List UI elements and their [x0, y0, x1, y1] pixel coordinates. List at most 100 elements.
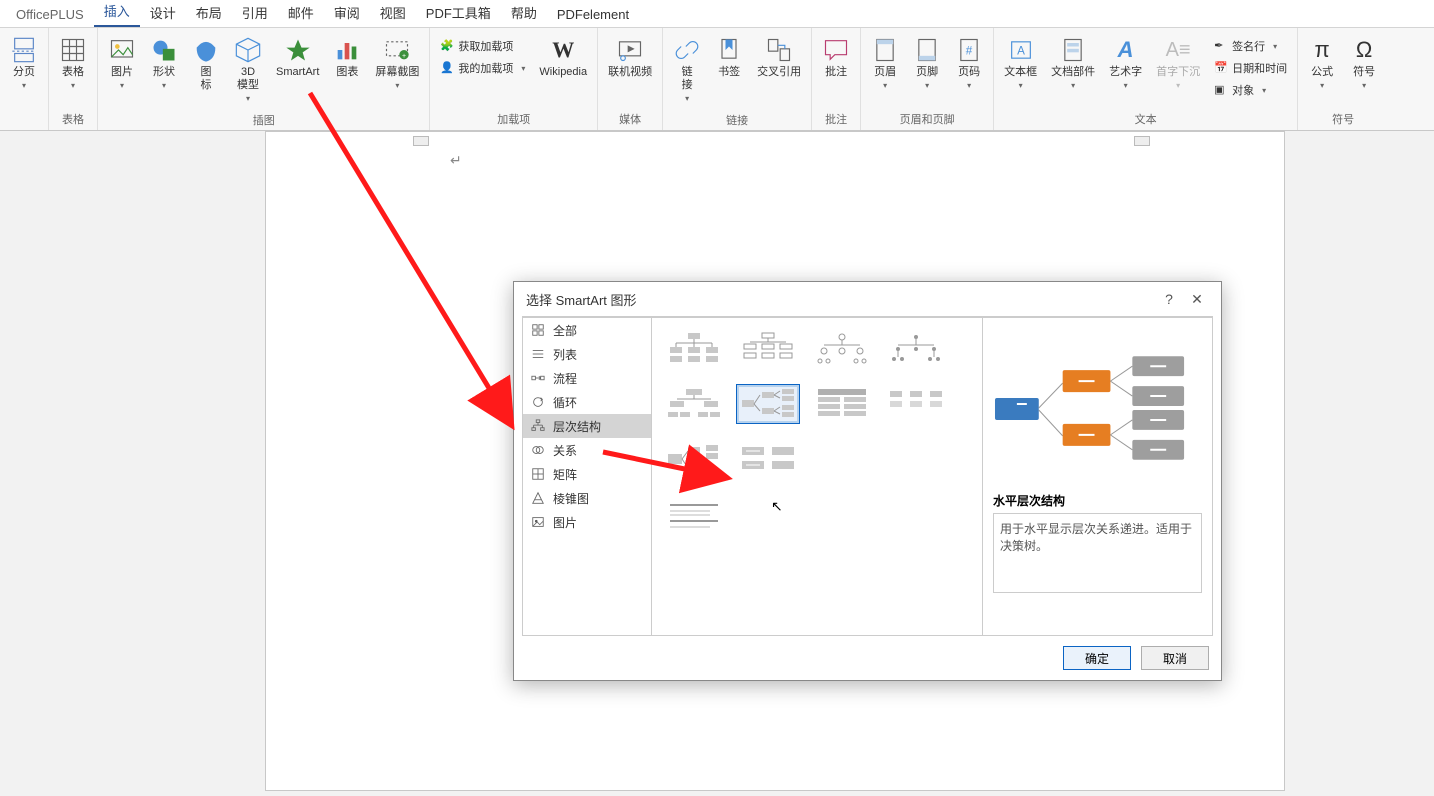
header-button[interactable]: 页眉 — [865, 32, 905, 96]
menu-tab-help[interactable]: 帮助 — [501, 0, 547, 27]
my-addins-button[interactable]: 👤我的加载项▾ — [436, 58, 529, 78]
layout-thumbnails — [652, 317, 983, 636]
comment-icon — [822, 36, 850, 64]
cross-ref-button[interactable]: 交叉引用 — [751, 32, 807, 96]
table-icon — [59, 36, 87, 64]
shapes-button[interactable]: 形状 — [144, 32, 184, 96]
menu-tab-references[interactable]: 引用 — [232, 0, 278, 27]
category-picture[interactable]: 图片 — [523, 510, 651, 534]
get-addins-button[interactable]: 🧩获取加载项 — [436, 36, 529, 56]
layout-thumb-9[interactable] — [736, 440, 800, 480]
menu-tab-officeplus[interactable]: OfficePLUS — [6, 2, 94, 27]
page-number-button[interactable]: #页码 — [949, 32, 989, 96]
paragraph-mark: ↵ — [450, 152, 462, 169]
signature-icon: ✒ — [1214, 39, 1228, 53]
addin-icon: 👤 — [440, 61, 454, 75]
layout-thumb-8[interactable] — [662, 440, 726, 480]
category-pyramid[interactable]: 棱锥图 — [523, 486, 651, 510]
group-label-text: 文本 — [1135, 108, 1157, 130]
relationship-icon — [531, 443, 545, 457]
layout-thumb-5[interactable] — [736, 384, 800, 424]
ribbon: 分页 表格 表格 图片 形状 图 标 3D 模型 SmartArt 图表 +屏幕… — [0, 28, 1434, 131]
text-box-icon: A — [1007, 36, 1035, 64]
footer-button[interactable]: 页脚 — [907, 32, 947, 96]
object-button[interactable]: ▣对象▾ — [1210, 80, 1291, 100]
layout-thumb-0[interactable] — [662, 328, 726, 368]
category-hierarchy[interactable]: 层次结构 — [523, 414, 651, 438]
video-icon — [616, 36, 644, 64]
quick-parts-button[interactable]: 文档部件 — [1045, 32, 1101, 96]
equation-icon: π — [1308, 36, 1336, 64]
layout-thumb-2[interactable] — [810, 328, 874, 368]
category-matrix[interactable]: 矩阵 — [523, 462, 651, 486]
wikipedia-button[interactable]: WWikipedia — [533, 32, 593, 96]
menu-tab-mailings[interactable]: 邮件 — [278, 0, 324, 27]
menu-tab-review[interactable]: 审阅 — [324, 0, 370, 27]
category-cycle[interactable]: 循环 — [523, 390, 651, 414]
menu-tab-view[interactable]: 视图 — [370, 0, 416, 27]
category-all[interactable]: 全部 — [523, 318, 651, 342]
smartart-button[interactable]: SmartArt — [270, 32, 325, 96]
signature-line-button[interactable]: ✒签名行▾ — [1210, 36, 1291, 56]
symbol-button[interactable]: Ω符号 — [1344, 32, 1384, 96]
page-break-button[interactable]: 分页 — [4, 32, 44, 96]
process-icon — [531, 371, 545, 385]
svg-text:+: + — [402, 53, 406, 60]
menu-tab-design[interactable]: 设计 — [140, 0, 186, 27]
matrix-icon — [531, 467, 545, 481]
layout-thumb-10[interactable] — [662, 496, 726, 536]
chart-button[interactable]: 图表 — [327, 32, 367, 96]
group-label-links: 链接 — [726, 109, 748, 131]
wordart-button[interactable]: A艺术字 — [1103, 32, 1148, 96]
footer-icon — [913, 36, 941, 64]
category-list-item[interactable]: 列表 — [523, 342, 651, 366]
cube-icon — [234, 36, 262, 64]
object-icon: ▣ — [1214, 83, 1228, 97]
smartart-dialog: 选择 SmartArt 图形 ? ✕ 全部 列表 流程 循环 层次结构 关系 矩… — [513, 281, 1222, 681]
dialog-title: 选择 SmartArt 图形 — [526, 290, 637, 309]
picture-icon — [531, 515, 545, 529]
layout-thumb-7[interactable] — [884, 384, 948, 424]
3d-models-button[interactable]: 3D 模型 — [228, 32, 268, 109]
layout-thumb-4[interactable] — [662, 384, 726, 424]
preview-title: 水平层次结构 — [993, 492, 1202, 509]
menu-tab-pdfelement[interactable]: PDFelement — [547, 2, 639, 27]
group-label-header-footer: 页眉和页脚 — [900, 108, 955, 130]
equation-button[interactable]: π公式 — [1302, 32, 1342, 96]
layout-thumb-1[interactable] — [736, 328, 800, 368]
bookmark-button[interactable]: 书签 — [709, 32, 749, 96]
dialog-close-button[interactable]: ✕ — [1183, 291, 1211, 308]
chart-icon — [333, 36, 361, 64]
page-number-icon: # — [955, 36, 983, 64]
svg-text:#: # — [966, 45, 973, 58]
menu-tab-pdf-toolbox[interactable]: PDF工具箱 — [416, 0, 501, 27]
online-video-button[interactable]: 联机视频 — [602, 32, 658, 96]
dialog-help-button[interactable]: ? — [1155, 291, 1183, 307]
layout-thumb-3[interactable] — [884, 328, 948, 368]
comment-button[interactable]: 批注 — [816, 32, 856, 96]
category-relationship[interactable]: 关系 — [523, 438, 651, 462]
category-process[interactable]: 流程 — [523, 366, 651, 390]
group-label-media: 媒体 — [619, 108, 641, 130]
ruler-left-marker — [413, 136, 429, 146]
menu-tab-insert[interactable]: 插入 — [94, 0, 140, 27]
cancel-button[interactable]: 取消 — [1141, 646, 1209, 670]
ok-button[interactable]: 确定 — [1063, 646, 1131, 670]
screenshot-button[interactable]: +屏幕截图 — [369, 32, 425, 96]
pictures-button[interactable]: 图片 — [102, 32, 142, 96]
date-time-button[interactable]: 📅日期和时间 — [1210, 58, 1291, 78]
layout-thumb-6[interactable] — [810, 384, 874, 424]
group-label-tables: 表格 — [62, 108, 84, 130]
preview-description: 用于水平显示层次关系递进。适用于决策树。 — [993, 513, 1202, 593]
pictures-icon — [108, 36, 136, 64]
menu-tab-layout[interactable]: 布局 — [186, 0, 232, 27]
table-button[interactable]: 表格 — [53, 32, 93, 96]
menu-bar: OfficePLUS 插入 设计 布局 引用 邮件 审阅 视图 PDF工具箱 帮… — [0, 0, 1434, 28]
link-icon — [673, 36, 701, 64]
link-button[interactable]: 链 接 — [667, 32, 707, 109]
preview-panel: 水平层次结构 用于水平显示层次关系递进。适用于决策树。 — [983, 317, 1213, 636]
pyramid-icon — [531, 491, 545, 505]
icons-button[interactable]: 图 标 — [186, 32, 226, 96]
text-box-button[interactable]: A文本框 — [998, 32, 1043, 96]
group-label-empty — [22, 112, 25, 130]
